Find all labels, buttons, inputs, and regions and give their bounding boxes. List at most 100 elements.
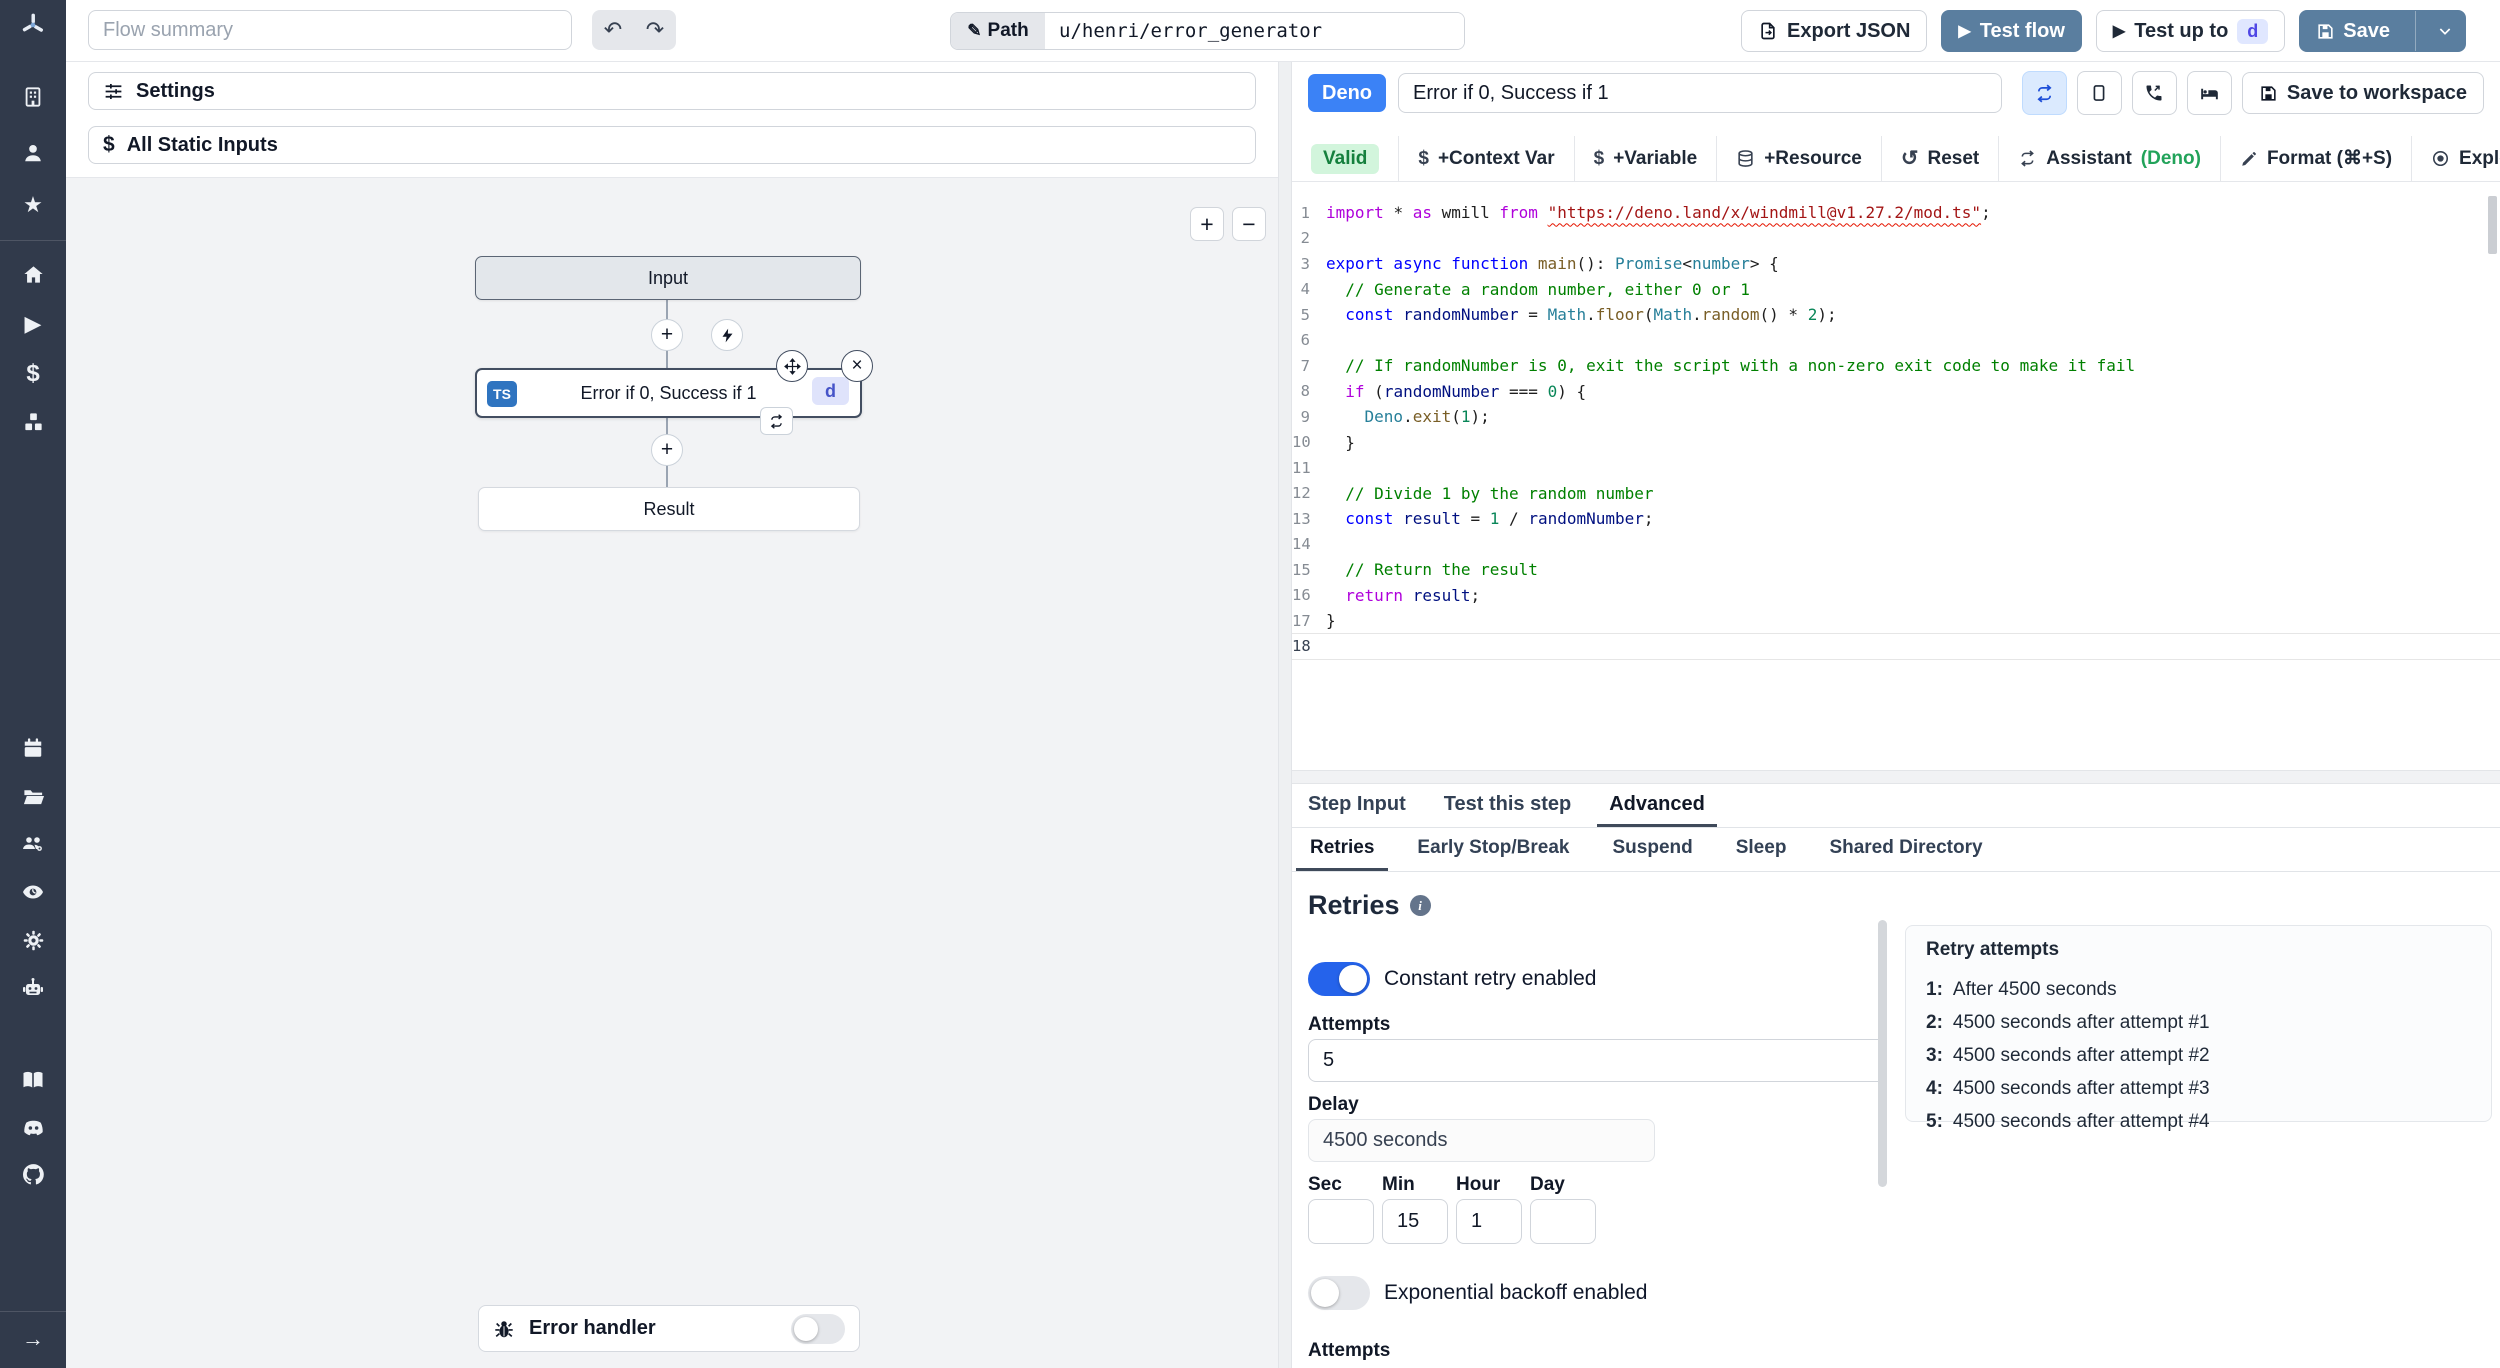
save-icon [2261,85,2276,101]
undo-icon[interactable]: ↶ [592,10,634,50]
groups-users-icon[interactable] [20,831,46,857]
delete-node-button[interactable]: × [841,350,873,382]
editor-scrollbar-thumb[interactable] [2488,196,2497,254]
move-icon [783,357,801,375]
bug-icon [495,1320,513,1337]
assistant-button[interactable]: Assistant (Deno) [1998,136,2220,181]
exponential-backoff-toggle[interactable] [1308,1276,1370,1310]
move-node-handle[interactable] [776,350,808,382]
favorites-star-icon[interactable]: ★ [20,192,46,218]
info-icon[interactable]: i [1409,895,1431,916]
flow-node-input[interactable]: Input [475,256,861,300]
subtab-retries[interactable]: Retries [1296,828,1389,871]
export-json-button[interactable]: Export JSON [1741,10,1928,52]
tab-advanced[interactable]: Advanced [1597,784,1717,827]
add-step-button[interactable]: + [651,434,683,466]
retries-toggle-button[interactable] [2021,71,2067,115]
add-step-button[interactable]: + [651,319,683,351]
zoom-out-button[interactable]: − [1232,207,1266,241]
reset-button[interactable]: ↺ Reset [1880,136,1998,181]
sleep-button[interactable] [2186,71,2232,115]
tab-test-this-step[interactable]: Test this step [1432,784,1583,827]
docs-book-icon[interactable] [20,1067,46,1093]
dollar-icon: $ [1418,147,1429,169]
trigger-bolt-button[interactable] [711,319,743,351]
code-editor[interactable]: 1 import * as wmill from "https://deno.la… [1292,190,2500,770]
zoom-in-button[interactable]: + [1190,207,1224,241]
runs-play-icon[interactable]: ▶ [20,311,46,337]
flow-node-result[interactable]: Result [478,487,860,531]
add-resource-button[interactable]: +Resource [1716,136,1881,181]
flow-settings-button[interactable]: Settings [88,72,1256,110]
assistant-refresh-icon [2021,150,2035,167]
save-to-workspace-button[interactable]: Save to workspace [2241,72,2484,114]
format-button[interactable]: Format (⌘+S) [2219,136,2411,181]
editor-splitter[interactable] [1292,770,2500,784]
variables-dollar-icon[interactable]: $ [20,360,46,387]
path-label: ✎ Path [951,13,1045,49]
panel-splitter[interactable] [1278,62,1292,1368]
path-input[interactable] [1045,13,1464,49]
resources-cubes-icon[interactable] [20,409,46,435]
attempts-input[interactable] [1308,1039,1886,1082]
subtab-suspend[interactable]: Suspend [1599,828,1707,871]
explore-scripts-button[interactable]: Explore other s [2411,136,2500,181]
retry-icon [770,413,783,429]
windmill-logo-icon[interactable] [20,12,46,38]
topbar: ↶ ↷ ✎ Path Export JSON ▶ Test flow ▶ Tes… [66,0,2500,62]
step-retry-indicator[interactable] [760,407,793,435]
constant-retry-toggle[interactable] [1308,962,1370,996]
retry-attempts-title: Retry attempts [1926,939,2060,960]
subtab-shared-directory[interactable]: Shared Directory [1815,828,1996,871]
settings-gear-icon[interactable] [20,927,46,953]
content-scrollbar-thumb[interactable] [1878,920,1887,1187]
discord-icon[interactable] [20,1115,46,1141]
dollar-icon: $ [1593,147,1605,169]
pen-icon [2242,151,2256,166]
flow-canvas[interactable]: + − Input + TS Error if 0, Success if 1 … [66,178,1278,1368]
add-context-var-button[interactable]: $ +Context Var [1398,136,1573,181]
tab-step-input[interactable]: Step Input [1296,784,1418,827]
subtab-early-stop[interactable]: Early Stop/Break [1403,828,1583,871]
flow-summary-input[interactable] [88,10,572,50]
code-line: 3 export async function main (): Promise < n… [1300,254,1779,274]
code-line: 6 [1300,331,1310,350]
code-line: 1 import * as wmill from "https://deno.la… [1300,203,1991,223]
expand-arrow-icon[interactable]: → [20,1326,46,1352]
sec-input[interactable] [1308,1199,1374,1244]
audit-eye-icon[interactable] [20,879,46,905]
day-input[interactable] [1530,1199,1596,1244]
add-variable-button[interactable]: $ +Variable [1573,136,1717,181]
workspace-icon[interactable] [20,84,46,110]
schedules-calendar-icon[interactable] [20,735,46,761]
subtab-sleep[interactable]: Sleep [1722,828,1801,871]
user-icon[interactable] [20,140,46,166]
code-line: 10 } [1292,432,1355,452]
early-stop-button[interactable] [2076,71,2122,115]
home-icon[interactable] [20,261,46,287]
github-icon[interactable] [20,1161,46,1187]
test-flow-button[interactable]: ▶ Test flow [1941,10,2082,52]
min-input[interactable] [1382,1199,1448,1244]
flow-panel: Settings $ All Static Inputs + − Input +… [66,62,1278,1368]
test-up-to-button[interactable]: ▶ Test up to d [2095,10,2286,52]
error-handler-toggle[interactable] [791,1313,845,1344]
folders-icon[interactable] [20,783,46,809]
all-static-inputs-button[interactable]: $ All Static Inputs [88,126,1256,164]
valid-status: Valid [1292,136,1398,181]
step-title-input[interactable] [1398,73,2002,113]
stop-square-icon [2093,85,2105,101]
error-handler-row[interactable]: Error handler [478,1305,860,1352]
save-button[interactable]: Save [2299,10,2466,52]
retry-icon [2037,84,2052,102]
min-label: Min [1382,1174,1415,1195]
suspend-button[interactable] [2131,71,2177,115]
code-line: 8 if (randomNumber === 0) { [1300,381,1587,401]
delay-input[interactable] [1308,1119,1655,1162]
save-dropdown-chevron[interactable] [2425,11,2465,51]
workers-robot-icon[interactable] [20,975,46,1001]
hour-input[interactable] [1456,1199,1522,1244]
code-line: 2 [1300,229,1310,248]
close-icon: × [851,355,863,376]
redo-icon[interactable]: ↷ [634,10,676,50]
